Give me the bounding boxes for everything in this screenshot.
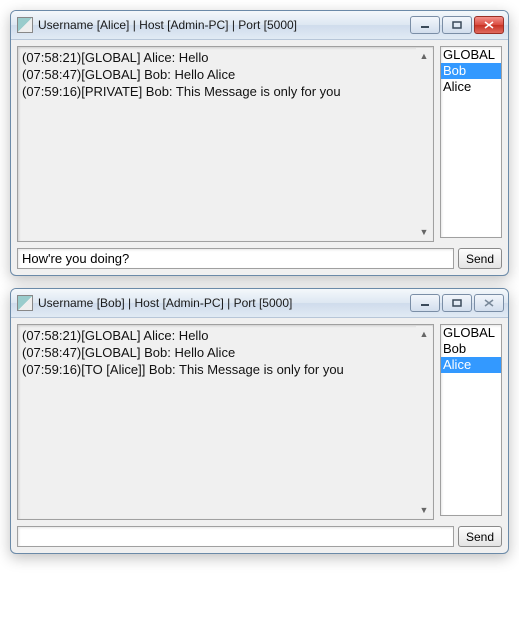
maximize-button[interactable]	[442, 16, 472, 34]
user-item-alice[interactable]: Alice	[441, 79, 501, 95]
user-list[interactable]: GLOBAL Bob Alice	[440, 46, 502, 238]
window-title: Username [Bob] | Host [Admin-PC] | Port …	[38, 296, 410, 310]
maximize-button[interactable]	[442, 294, 472, 312]
app-icon	[17, 295, 33, 311]
chat-log[interactable]: (07:58:21)[GLOBAL] Alice: Hello (07:58:4…	[17, 324, 434, 520]
client-area: (07:58:21)[GLOBAL] Alice: Hello (07:58:4…	[11, 318, 508, 553]
app-icon	[17, 17, 33, 33]
window-controls	[410, 294, 504, 312]
chat-line: (07:59:16)[TO [Alice]] Bob: This Message…	[22, 361, 429, 378]
message-input[interactable]	[17, 248, 454, 269]
chat-line: (07:58:21)[GLOBAL] Alice: Hello	[22, 327, 429, 344]
user-list[interactable]: GLOBAL Bob Alice	[440, 324, 502, 516]
user-item-alice[interactable]: Alice	[441, 357, 501, 373]
scroll-up-icon[interactable]: ▲	[416, 48, 432, 64]
user-item-global[interactable]: GLOBAL	[441, 47, 501, 63]
send-button[interactable]: Send	[458, 526, 502, 547]
scroll-down-icon[interactable]: ▼	[416, 502, 432, 518]
client-area: (07:58:21)[GLOBAL] Alice: Hello (07:58:4…	[11, 40, 508, 275]
chat-line: (07:58:21)[GLOBAL] Alice: Hello	[22, 49, 429, 66]
window-controls	[410, 16, 504, 34]
user-item-bob[interactable]: Bob	[441, 63, 501, 79]
minimize-button[interactable]	[410, 294, 440, 312]
close-button[interactable]	[474, 16, 504, 34]
chat-window-bob: Username [Bob] | Host [Admin-PC] | Port …	[10, 288, 509, 554]
chat-line: (07:58:47)[GLOBAL] Bob: Hello Alice	[22, 66, 429, 83]
close-button[interactable]	[474, 294, 504, 312]
minimize-button[interactable]	[410, 16, 440, 34]
message-input[interactable]	[17, 526, 454, 547]
send-button[interactable]: Send	[458, 248, 502, 269]
titlebar[interactable]: Username [Bob] | Host [Admin-PC] | Port …	[11, 289, 508, 318]
scroll-down-icon[interactable]: ▼	[416, 224, 432, 240]
chat-window-alice: Username [Alice] | Host [Admin-PC] | Por…	[10, 10, 509, 276]
titlebar[interactable]: Username [Alice] | Host [Admin-PC] | Por…	[11, 11, 508, 40]
chat-line: (07:59:16)[PRIVATE] Bob: This Message is…	[22, 83, 429, 100]
scroll-up-icon[interactable]: ▲	[416, 326, 432, 342]
chat-log[interactable]: (07:58:21)[GLOBAL] Alice: Hello (07:58:4…	[17, 46, 434, 242]
user-item-global[interactable]: GLOBAL	[441, 325, 501, 341]
window-title: Username [Alice] | Host [Admin-PC] | Por…	[38, 18, 410, 32]
scrollbar[interactable]: ▲ ▼	[416, 326, 432, 518]
chat-line: (07:58:47)[GLOBAL] Bob: Hello Alice	[22, 344, 429, 361]
user-item-bob[interactable]: Bob	[441, 341, 501, 357]
scrollbar[interactable]: ▲ ▼	[416, 48, 432, 240]
